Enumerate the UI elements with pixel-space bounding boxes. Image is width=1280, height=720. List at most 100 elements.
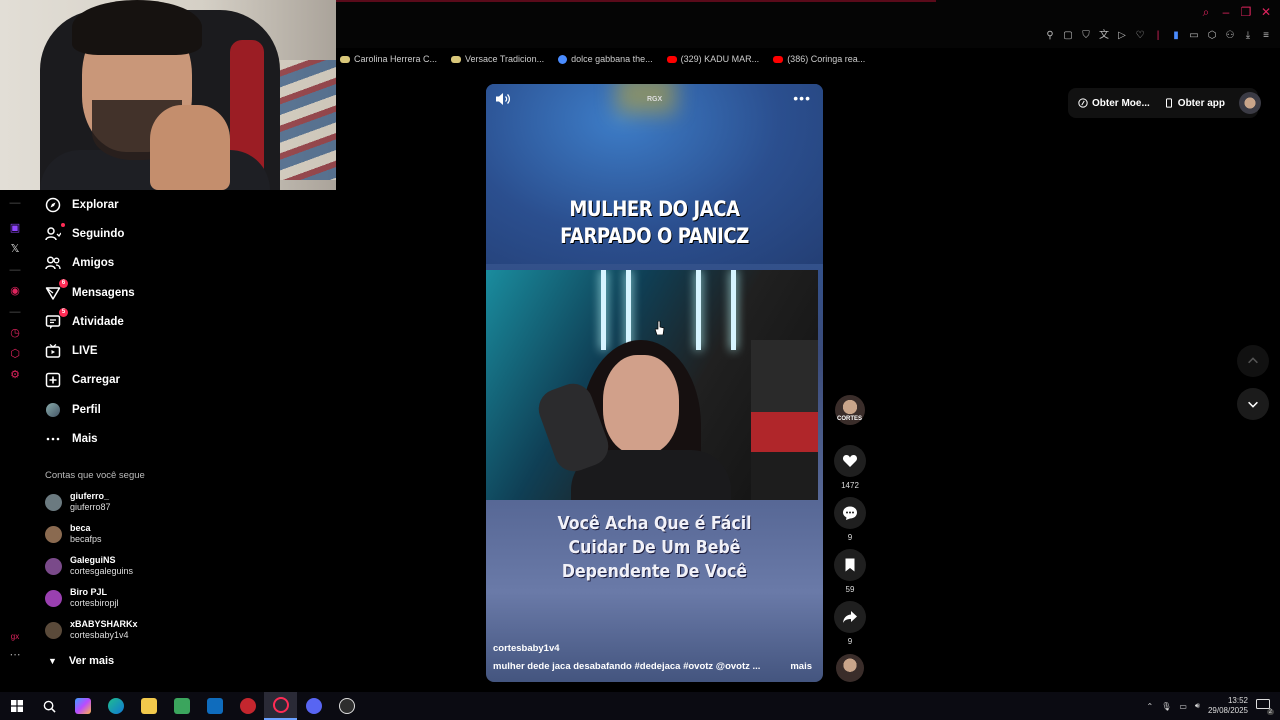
- get-app-button[interactable]: Obter app: [1164, 98, 1225, 109]
- description-more-link[interactable]: mais: [790, 661, 812, 672]
- folder-icon[interactable]: ▭: [1188, 30, 1200, 42]
- bookmark-icon: [451, 55, 462, 63]
- bookmark-item[interactable]: (386) Coringa rea...: [773, 52, 865, 66]
- sidebar-item-friends[interactable]: Amigos: [44, 249, 184, 278]
- bookmarks-bar: Carolina Herrera C... Versace Tradicion.…: [340, 52, 865, 66]
- friends-icon: [44, 254, 62, 272]
- comment-button[interactable]: [834, 497, 866, 529]
- close-icon[interactable]: ✕: [1260, 6, 1272, 18]
- video-top-bar: RGX •••: [486, 84, 823, 112]
- followed-account[interactable]: Biro PJL cortesbiropjl: [45, 587, 119, 609]
- get-coins-button[interactable]: Obter Moe...: [1078, 98, 1150, 109]
- pin-icon[interactable]: ⚲: [1044, 30, 1056, 42]
- extensions-icon[interactable]: ⬡: [1206, 30, 1218, 42]
- sidebar-item-more[interactable]: Mais: [44, 424, 184, 453]
- search-icon[interactable]: [33, 692, 66, 720]
- more-rail-icon[interactable]: ⋯: [10, 650, 21, 661]
- video-player[interactable]: RGX ••• MULHER DO JACA FARPADO O PANICZ …: [486, 84, 823, 682]
- history-icon[interactable]: ◷: [10, 328, 20, 339]
- bookmark-item[interactable]: dolce gabbana the...: [558, 52, 653, 66]
- sidebar-item-messages[interactable]: 6 Mensagens: [44, 278, 184, 307]
- file-explorer-icon[interactable]: [132, 692, 165, 720]
- microphone-icon[interactable]: 🎙︎: [1161, 702, 1171, 711]
- activity-icon: 5: [44, 307, 68, 331]
- previous-video-button[interactable]: [1237, 345, 1269, 377]
- battery-icon[interactable]: ▮: [1170, 30, 1182, 42]
- outlook-icon[interactable]: [198, 692, 231, 720]
- share-button[interactable]: [834, 601, 866, 633]
- sidebar-item-profile[interactable]: Perfil: [44, 395, 184, 424]
- bookmark-item[interactable]: (329) KADU MAR...: [666, 52, 759, 66]
- save-count: 59: [845, 585, 855, 594]
- followed-account[interactable]: beca becafps: [45, 523, 102, 545]
- youtube-icon: [666, 55, 677, 63]
- followed-account[interactable]: xBABYSHARKx cortesbaby1v4: [45, 619, 138, 641]
- screenshot-icon[interactable]: ▢: [1062, 30, 1074, 42]
- avatar: [45, 525, 62, 543]
- sound-avatar[interactable]: [836, 654, 864, 682]
- opera-gx-icon[interactable]: [264, 692, 297, 720]
- obs-icon[interactable]: [330, 692, 363, 720]
- next-video-button[interactable]: [1237, 388, 1269, 420]
- like-button[interactable]: [834, 445, 866, 477]
- extensions-rail-icon[interactable]: ⬡: [10, 349, 20, 360]
- heart-outline-icon[interactable]: ♡: [1134, 30, 1146, 42]
- download-icon[interactable]: ⤓: [1242, 30, 1254, 42]
- notification-icon[interactable]: 2: [1256, 699, 1274, 715]
- followed-account[interactable]: giuferro_ giuferro87: [45, 491, 111, 513]
- app-icon[interactable]: [231, 692, 264, 720]
- messages-icon: 6: [44, 278, 68, 302]
- live-icon: [44, 342, 62, 360]
- sidebar-item-following[interactable]: Seguindo: [44, 219, 184, 248]
- discord-icon[interactable]: [297, 692, 330, 720]
- neon-light: [601, 270, 606, 350]
- sidebar-item-upload[interactable]: Carregar: [44, 366, 184, 395]
- x-icon[interactable]: 𝕏: [11, 244, 20, 255]
- sidebar-item-label: Mais: [72, 433, 98, 446]
- profile-icon[interactable]: ⚇: [1224, 30, 1236, 42]
- volume-icon[interactable]: 🔊︎: [1195, 701, 1200, 711]
- copilot-icon[interactable]: [66, 692, 99, 720]
- avatar: [45, 493, 62, 511]
- windows-start-icon[interactable]: [0, 692, 33, 720]
- twitch-icon[interactable]: ▣: [10, 223, 20, 234]
- see-more-button[interactable]: ▼ Ver mais: [48, 655, 114, 667]
- caption-line: Dependente De Você: [561, 562, 748, 582]
- player-icon[interactable]: ◉: [10, 286, 20, 297]
- followed-account[interactable]: GaleguiNS cortesgaleguins: [45, 555, 133, 577]
- sidebar-item-activity[interactable]: 5 Atividade: [44, 307, 184, 336]
- bookmark-item[interactable]: Versace Tradicion...: [451, 52, 544, 66]
- shield-icon[interactable]: ⛉: [1080, 30, 1092, 42]
- gx-icon[interactable]: gx: [11, 631, 19, 642]
- sidebar-item-label: Atividade: [72, 315, 124, 328]
- neon-light: [696, 270, 701, 350]
- volume-icon[interactable]: [495, 92, 511, 106]
- creator-avatar-label: CORTES: [837, 416, 863, 422]
- translate-icon[interactable]: 文: [1098, 30, 1110, 42]
- bookmark-item[interactable]: Carolina Herrera C...: [340, 52, 437, 66]
- account-name: xBABYSHARKx: [70, 619, 138, 629]
- menu-icon[interactable]: ≡: [1260, 30, 1272, 42]
- compass-icon: [44, 196, 62, 214]
- network-icon[interactable]: ▭: [1179, 702, 1187, 711]
- clock[interactable]: 13:52 29/08/2025: [1208, 696, 1248, 716]
- store-icon[interactable]: [165, 692, 198, 720]
- settings-icon[interactable]: ⚙: [10, 370, 20, 381]
- edge-icon[interactable]: [99, 692, 132, 720]
- video-options-icon[interactable]: •••: [793, 90, 811, 106]
- sidebar-item-explore[interactable]: Explorar: [44, 190, 184, 219]
- taskbar: ⌃ 🎙︎ ▭ 🔊︎ 13:52 29/08/2025 2: [0, 692, 1280, 720]
- video-author[interactable]: cortesbaby1v4: [493, 643, 560, 654]
- chevron-up-icon[interactable]: ⌃: [1146, 702, 1153, 711]
- clock-time: 13:52: [1227, 696, 1248, 705]
- user-avatar[interactable]: [1239, 92, 1262, 114]
- search-icon[interactable]: ⌕: [1200, 6, 1212, 18]
- save-button[interactable]: [834, 549, 866, 581]
- header-actions: Obter Moe... Obter app: [1068, 88, 1262, 118]
- webcam-hair: [72, 0, 202, 55]
- restore-icon[interactable]: ❐: [1240, 6, 1252, 18]
- sidebar-item-live[interactable]: LIVE: [44, 336, 184, 365]
- minimize-icon[interactable]: –: [1220, 6, 1232, 18]
- avatar-icon: [44, 401, 62, 419]
- play-icon[interactable]: ▷: [1116, 30, 1128, 42]
